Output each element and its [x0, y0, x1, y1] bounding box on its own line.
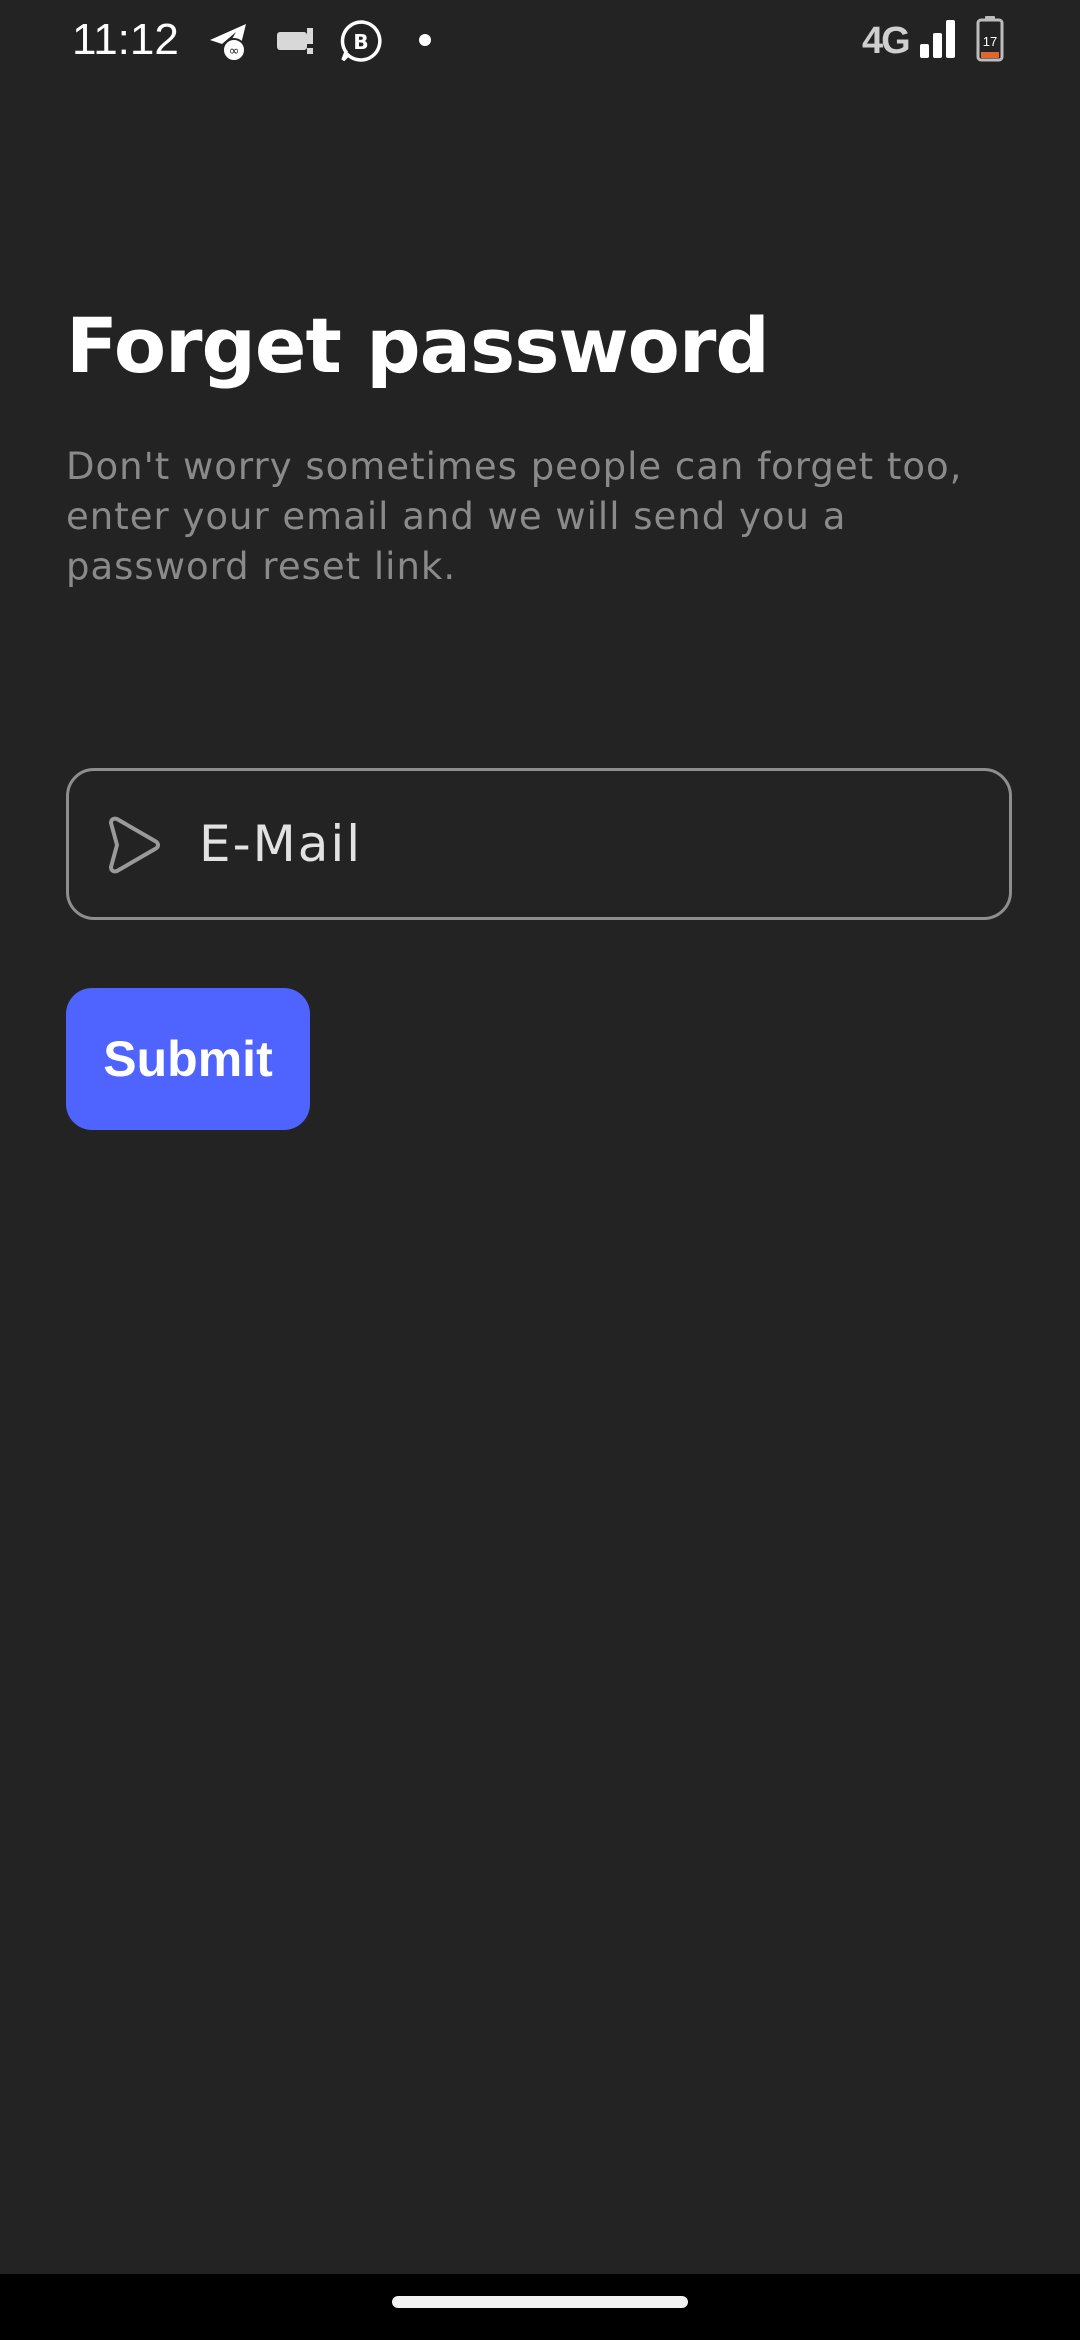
email-field[interactable]: [66, 768, 1012, 920]
page-title: Forget password: [66, 301, 770, 390]
navigation-bar: [0, 2274, 1080, 2340]
signal-icon: [918, 18, 958, 60]
telegram-icon: ∞: [206, 18, 252, 64]
message-alert-icon: [274, 18, 320, 64]
send-icon: [103, 815, 161, 875]
whatsapp-business-icon: B: [338, 18, 384, 64]
email-input[interactable]: [199, 801, 979, 887]
status-time: 11:12: [72, 15, 179, 64]
submit-button[interactable]: Submit: [66, 988, 310, 1130]
page-subtitle: Don't worry sometimes people can forget …: [66, 445, 963, 588]
status-bar: 11:12 ∞ B 4G 17: [0, 0, 1080, 80]
battery-icon: 17: [976, 16, 1004, 62]
network-type: 4G: [862, 20, 911, 62]
svg-text:B: B: [353, 30, 368, 54]
notification-dot-icon: [402, 18, 448, 64]
battery-level: 17: [983, 34, 997, 49]
home-gesture-handle[interactable]: [392, 2296, 688, 2308]
svg-text:∞: ∞: [229, 44, 240, 59]
